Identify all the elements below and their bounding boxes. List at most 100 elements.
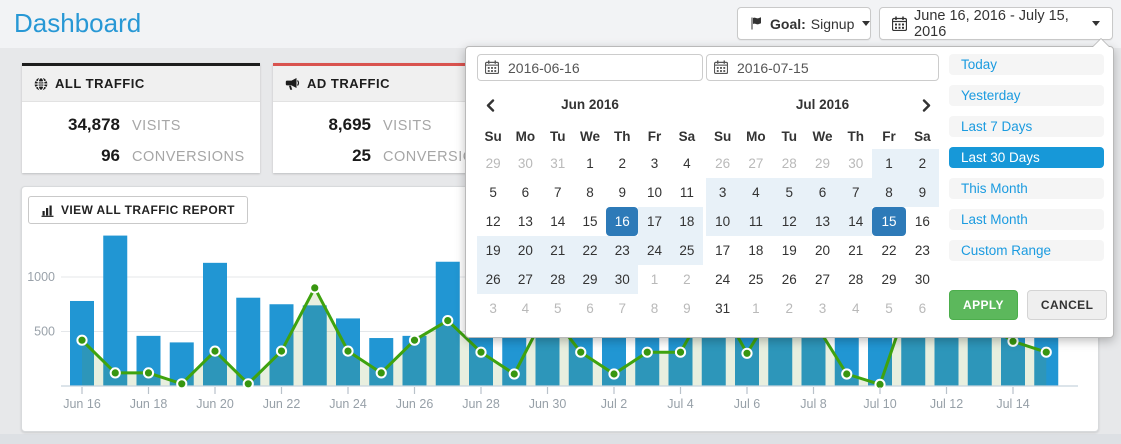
calendar-day[interactable]: 26 — [706, 149, 739, 178]
calendar-day[interactable]: 21 — [542, 236, 574, 265]
calendar-day[interactable]: 14 — [839, 207, 872, 236]
calendar-day[interactable]: 6 — [574, 294, 606, 323]
calendar-day[interactable]: 1 — [872, 149, 905, 178]
calendar-day[interactable]: 7 — [542, 178, 574, 207]
calendar-day[interactable]: 27 — [739, 149, 772, 178]
calendar-day[interactable]: 30 — [906, 265, 939, 294]
calendar-day[interactable]: 4 — [509, 294, 541, 323]
calendar-day[interactable]: 20 — [509, 236, 541, 265]
calendar-day[interactable]: 8 — [872, 178, 905, 207]
calendar-day[interactable]: 26 — [773, 265, 806, 294]
calendar-day[interactable]: 30 — [606, 265, 638, 294]
calendar-day[interactable]: 14 — [542, 207, 574, 236]
calendar-day[interactable]: 7 — [839, 178, 872, 207]
calendar-day[interactable]: 9 — [671, 294, 703, 323]
calendar-day[interactable]: 19 — [477, 236, 509, 265]
calendar-day[interactable]: 18 — [739, 236, 772, 265]
calendar-day[interactable]: 11 — [671, 178, 703, 207]
calendar-day[interactable]: 2 — [671, 265, 703, 294]
calendar-day[interactable]: 2 — [773, 294, 806, 323]
calendar-day[interactable]: 8 — [574, 178, 606, 207]
view-all-traffic-report-button[interactable]: VIEW ALL TRAFFIC REPORT — [28, 196, 248, 224]
calendar-day[interactable]: 27 — [806, 265, 839, 294]
calendar-day[interactable]: 3 — [477, 294, 509, 323]
range-option-this-month[interactable]: This Month — [949, 178, 1104, 199]
start-date-input[interactable] — [477, 54, 703, 81]
calendar-day[interactable]: 3 — [706, 178, 739, 207]
calendar-day[interactable]: 1 — [739, 294, 772, 323]
calendar-day[interactable]: 5 — [872, 294, 905, 323]
apply-button[interactable]: APPLY — [949, 290, 1018, 320]
calendar-day[interactable]: 5 — [773, 178, 806, 207]
end-date-input[interactable] — [706, 54, 939, 81]
calendar-day[interactable]: 4 — [671, 149, 703, 178]
calendar-day[interactable]: 30 — [509, 149, 541, 178]
calendar-day[interactable]: 23 — [606, 236, 638, 265]
calendar-day[interactable]: 22 — [872, 236, 905, 265]
calendar-day[interactable]: 24 — [706, 265, 739, 294]
calendar-day[interactable]: 28 — [773, 149, 806, 178]
prev-month-icon[interactable] — [479, 95, 501, 115]
calendar-day[interactable]: 15 — [574, 207, 606, 236]
calendar-day[interactable]: 24 — [638, 236, 670, 265]
calendar-day[interactable]: 8 — [638, 294, 670, 323]
calendar-day[interactable]: 16 — [906, 207, 939, 236]
calendar-day[interactable]: 5 — [542, 294, 574, 323]
calendar-day[interactable]: 17 — [638, 207, 670, 236]
calendar-day[interactable]: 29 — [872, 265, 905, 294]
calendar-day[interactable]: 12 — [477, 207, 509, 236]
calendar-day[interactable]: 13 — [509, 207, 541, 236]
calendar-day[interactable]: 27 — [509, 265, 541, 294]
calendar-day[interactable]: 3 — [806, 294, 839, 323]
calendar-day[interactable]: 22 — [574, 236, 606, 265]
calendar-day[interactable]: 28 — [542, 265, 574, 294]
calendar-day[interactable]: 6 — [509, 178, 541, 207]
calendar-day[interactable]: 15 — [872, 207, 905, 236]
calendar-day[interactable]: 31 — [542, 149, 574, 178]
calendar-day[interactable]: 3 — [638, 149, 670, 178]
calendar-day[interactable]: 18 — [671, 207, 703, 236]
range-option-last-7-days[interactable]: Last 7 Days — [949, 116, 1104, 137]
calendar-day[interactable]: 5 — [477, 178, 509, 207]
calendar-day[interactable]: 6 — [806, 178, 839, 207]
calendar-day[interactable]: 19 — [773, 236, 806, 265]
calendar-day[interactable]: 26 — [477, 265, 509, 294]
calendar-day[interactable]: 6 — [906, 294, 939, 323]
calendar-day[interactable]: 20 — [806, 236, 839, 265]
goal-dropdown-button[interactable]: Goal: Signup — [737, 7, 871, 40]
range-option-today[interactable]: Today — [949, 54, 1104, 75]
calendar-day[interactable]: 29 — [477, 149, 509, 178]
calendar-day[interactable]: 31 — [706, 294, 739, 323]
calendar-day[interactable]: 10 — [638, 178, 670, 207]
range-option-yesterday[interactable]: Yesterday — [949, 85, 1104, 106]
calendar-day[interactable]: 12 — [773, 207, 806, 236]
calendar-day[interactable]: 10 — [706, 207, 739, 236]
range-option-last-month[interactable]: Last Month — [949, 209, 1104, 230]
calendar-day[interactable]: 29 — [574, 265, 606, 294]
calendar-day[interactable]: 13 — [806, 207, 839, 236]
calendar-day[interactable]: 9 — [606, 178, 638, 207]
range-option-custom-range[interactable]: Custom Range — [949, 240, 1104, 261]
calendar-day[interactable]: 29 — [806, 149, 839, 178]
next-month-icon[interactable] — [915, 95, 937, 115]
calendar-day[interactable]: 1 — [638, 265, 670, 294]
calendar-day[interactable]: 23 — [906, 236, 939, 265]
calendar-day[interactable]: 17 — [706, 236, 739, 265]
calendar-day[interactable]: 25 — [739, 265, 772, 294]
calendar-day[interactable]: 21 — [839, 236, 872, 265]
calendar-day[interactable]: 4 — [739, 178, 772, 207]
calendar-day[interactable]: 11 — [739, 207, 772, 236]
calendar-day[interactable]: 2 — [906, 149, 939, 178]
calendar-day[interactable]: 25 — [671, 236, 703, 265]
calendar-day[interactable]: 4 — [839, 294, 872, 323]
calendar-day[interactable]: 2 — [606, 149, 638, 178]
cancel-button[interactable]: CANCEL — [1027, 290, 1107, 320]
calendar-day[interactable]: 16 — [606, 207, 638, 236]
calendar-day[interactable]: 9 — [906, 178, 939, 207]
date-range-button[interactable]: June 16, 2016 - July 15, 2016 — [879, 7, 1113, 40]
range-option-last-30-days[interactable]: Last 30 Days — [949, 147, 1104, 168]
calendar-day[interactable]: 28 — [839, 265, 872, 294]
calendar-day[interactable]: 30 — [839, 149, 872, 178]
calendar-day[interactable]: 1 — [574, 149, 606, 178]
calendar-day[interactable]: 7 — [606, 294, 638, 323]
